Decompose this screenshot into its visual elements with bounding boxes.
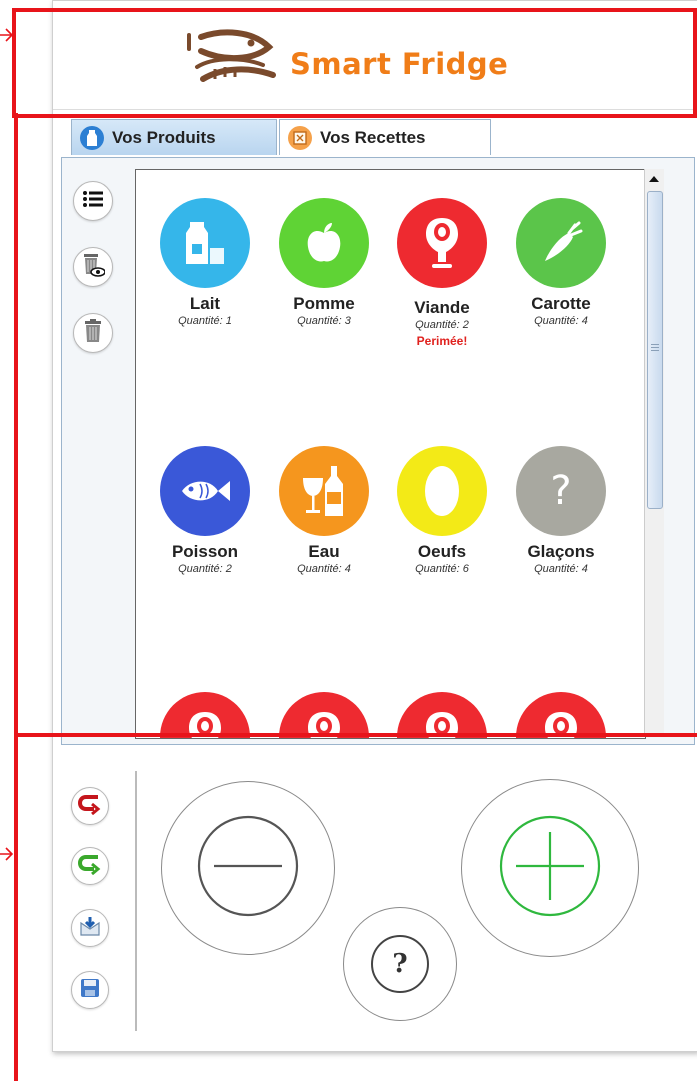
- export-button[interactable]: [71, 909, 109, 947]
- product-quantity: Quantité: 4: [534, 563, 588, 575]
- increase-quantity-button[interactable]: [461, 779, 639, 957]
- trash-eye-icon: [81, 252, 106, 283]
- list-view-button[interactable]: [73, 181, 113, 221]
- tab-vos-recettes[interactable]: Vos Recettes: [279, 119, 491, 155]
- export-icon: [79, 915, 101, 942]
- product-name: Pomme: [293, 294, 355, 313]
- expired-label: Perimée!: [416, 334, 468, 348]
- product-quantity: Quantité: 2: [415, 319, 469, 331]
- product-name: Lait: [189, 294, 221, 313]
- decrease-quantity-button[interactable]: [161, 781, 335, 955]
- carrot-icon: [516, 198, 606, 288]
- product-quantity: Quantité: 4: [297, 563, 351, 575]
- product-name: Viande: [414, 298, 470, 317]
- product-item-carotte[interactable]: Carotte Quantité: 4: [504, 198, 618, 327]
- drinks-icon: [279, 446, 369, 536]
- product-quantity: Quantité: 2: [178, 563, 232, 575]
- products-grid: Lait Quantité: 1 Pomme Quantité: 3 Viand…: [135, 169, 646, 739]
- product-name: Poisson: [171, 542, 239, 561]
- product-item[interactable]: [385, 692, 499, 738]
- product-name: Carotte: [531, 294, 591, 313]
- product-item-glacons[interactable]: ? Glaçons Quantité: 4: [504, 446, 618, 575]
- product-quantity: Quantité: 6: [415, 563, 469, 575]
- arrow-right-icon: [0, 846, 14, 867]
- redo-button[interactable]: [71, 847, 109, 885]
- scroll-up-icon[interactable]: [647, 171, 661, 187]
- meat-icon: [279, 692, 369, 738]
- product-item-lait[interactable]: Lait Quantité: 1: [148, 198, 262, 327]
- fish-icon: [160, 446, 250, 536]
- product-name: Oeufs: [417, 542, 467, 561]
- recipe-icon: [288, 125, 312, 150]
- milk-icon: [80, 125, 104, 150]
- annotation-box-header: [12, 8, 697, 118]
- list-icon: [82, 190, 104, 213]
- product-item-poisson[interactable]: Poisson Quantité: 2: [148, 446, 262, 575]
- grid-scrollbar[interactable]: [644, 169, 664, 737]
- product-item[interactable]: [267, 692, 381, 738]
- meat-icon: [397, 198, 487, 288]
- product-item-viande[interactable]: Viande Quantité: 2 Perimée!: [385, 198, 499, 348]
- product-quantity: Quantité: 3: [297, 315, 351, 327]
- save-icon: [80, 978, 100, 1003]
- milk-icon: [160, 198, 250, 288]
- tab-label: Vos Produits: [112, 127, 216, 147]
- delete-button[interactable]: [73, 313, 113, 353]
- minus-icon: [196, 814, 300, 923]
- product-item-eau[interactable]: Eau Quantité: 4: [267, 446, 381, 575]
- product-name: Eau: [308, 542, 340, 561]
- product-item[interactable]: [504, 692, 618, 738]
- help-icon: ?: [371, 935, 429, 993]
- arrow-right-icon: [0, 27, 14, 48]
- product-item-oeufs[interactable]: Oeufs Quantité: 6: [385, 446, 499, 575]
- egg-icon: [397, 446, 487, 536]
- tab-bar: Vos Produits Vos Recettes: [53, 119, 697, 157]
- question-icon: ?: [516, 446, 606, 536]
- app-window: Smart Fridge Vos Produits Vos Recettes L…: [52, 0, 697, 1052]
- meat-icon: [397, 692, 487, 738]
- toolbar-divider: [135, 771, 137, 1031]
- show-deleted-button[interactable]: [73, 247, 113, 287]
- annotation-line-divider: [14, 733, 697, 737]
- help-button[interactable]: ?: [343, 907, 457, 1021]
- undo-icon: [77, 793, 102, 820]
- plus-icon: [498, 814, 602, 923]
- product-quantity: Quantité: 1: [178, 315, 232, 327]
- save-button[interactable]: [71, 971, 109, 1009]
- product-name: Glaçons: [527, 542, 595, 561]
- product-item-pomme[interactable]: Pomme Quantité: 3: [267, 198, 381, 327]
- meat-icon: [160, 692, 250, 738]
- trash-icon: [83, 318, 103, 348]
- undo-button[interactable]: [71, 787, 109, 825]
- tab-label: Vos Recettes: [320, 127, 426, 147]
- scroll-thumb[interactable]: [647, 191, 663, 509]
- product-quantity: Quantité: 4: [534, 315, 588, 327]
- tab-vos-produits[interactable]: Vos Produits: [71, 119, 277, 155]
- annotation-line-left: [14, 113, 18, 736]
- redo-icon: [77, 853, 102, 880]
- product-item[interactable]: [148, 692, 262, 738]
- apple-icon: [279, 198, 369, 288]
- annotation-line-left-bottom: [14, 735, 18, 1081]
- meat-icon: [516, 692, 606, 738]
